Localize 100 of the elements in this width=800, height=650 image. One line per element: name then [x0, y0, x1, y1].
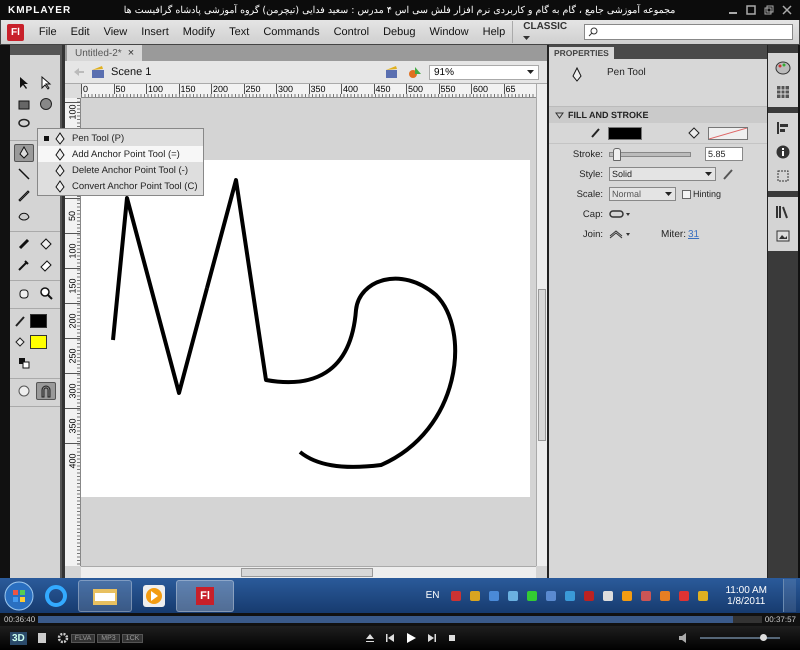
vertical-scrollbar[interactable]	[536, 84, 547, 566]
tool-button[interactable]	[14, 144, 34, 162]
align-icon[interactable]	[776, 121, 790, 135]
properties-tab[interactable]: PROPERTIES	[549, 47, 614, 59]
image-icon[interactable]	[776, 229, 790, 243]
play-icon[interactable]	[142, 584, 166, 608]
tray-icon[interactable]	[526, 590, 538, 602]
miter-join-icon[interactable]	[609, 229, 631, 239]
sphere-icon	[39, 97, 53, 111]
menu-item[interactable]: Help	[476, 26, 512, 38]
stop-icon[interactable]	[446, 633, 457, 643]
play-icon[interactable]	[404, 632, 417, 644]
miter-value[interactable]: 31	[688, 228, 700, 240]
collapse-triangle-icon[interactable]	[555, 112, 564, 118]
slider-thumb[interactable]	[613, 148, 622, 160]
menu-item[interactable]: File	[32, 26, 64, 38]
total-time: 00:37:57	[764, 615, 796, 624]
stroke-input[interactable]: 5.85	[705, 147, 743, 161]
round-cap-icon[interactable]	[609, 209, 631, 219]
ruler-label: 500	[406, 84, 438, 94]
ruler-label: 400	[341, 84, 374, 94]
elapsed-time: 00:36:40	[4, 615, 36, 624]
close-tab-button[interactable]: ×	[128, 47, 134, 59]
clock-date: 1/8/2011	[727, 596, 766, 606]
browser-icon[interactable]	[44, 584, 68, 608]
ruler-label: 250	[244, 84, 276, 94]
workspace-dropdown[interactable]: CLASSIC	[512, 21, 576, 43]
scale-label: Scale:	[576, 188, 603, 200]
miter-label: Miter:	[661, 228, 686, 240]
restore-icon[interactable]	[764, 5, 774, 15]
ruler-label: 50	[114, 84, 146, 94]
tool-button[interactable]	[36, 382, 56, 400]
pencil-icon	[17, 188, 31, 202]
style-label: Style:	[578, 168, 603, 180]
maximize-icon[interactable]	[746, 5, 756, 15]
settings-icon[interactable]	[56, 632, 69, 644]
cap-label: Cap:	[582, 208, 603, 220]
zoom-dropdown[interactable]: 91%	[429, 64, 539, 80]
stroke-label: Stroke:	[572, 148, 603, 160]
app-logo: Fl	[7, 24, 24, 40]
menu-item[interactable]: Text	[222, 26, 256, 38]
ruler-label: 0	[81, 84, 114, 94]
menu-item[interactable]: Pen Tool (P)	[38, 130, 203, 146]
search-field[interactable]	[584, 24, 794, 40]
menu-item[interactable]: Convert Anchor Point Tool (C)	[38, 178, 203, 194]
pencil-icon	[591, 128, 600, 138]
join-label: Join:	[582, 228, 603, 240]
hinting-checkbox[interactable]	[682, 190, 691, 198]
clock-time: 11:00 AM	[725, 584, 767, 596]
ruler-label: 150	[178, 84, 211, 94]
tray-icon[interactable]	[564, 590, 576, 602]
eject-icon[interactable]	[364, 633, 375, 643]
pencil-icon[interactable]	[722, 168, 734, 180]
tray-icon[interactable]	[621, 590, 634, 602]
ruler-label: 450	[374, 84, 406, 94]
symbol-menu-icon[interactable]	[407, 66, 423, 78]
ruler-label: 150	[68, 278, 78, 294]
menu-item[interactable]: Debug	[376, 26, 422, 38]
previous-icon[interactable]	[384, 633, 395, 643]
tray-icon[interactable]	[469, 590, 482, 602]
no-fill-swatch[interactable]	[708, 126, 748, 140]
tray-icon[interactable]	[659, 590, 672, 602]
hinting-label: Hinting	[693, 189, 722, 199]
menu-item[interactable]: Window	[422, 26, 476, 38]
taskbar-button[interactable]	[78, 580, 132, 612]
menu-item[interactable]: Add Anchor Point Tool (=)	[38, 146, 203, 162]
menu-item[interactable]: Control	[326, 26, 376, 38]
menu-item[interactable]: Commands	[256, 26, 327, 38]
menu-item[interactable]: Edit	[64, 26, 97, 38]
tray-icon[interactable]	[697, 590, 710, 602]
circle-icon	[17, 384, 31, 398]
pencil-icon	[14, 315, 26, 327]
palette-icon[interactable]	[775, 61, 791, 75]
library-icon[interactable]	[776, 205, 790, 219]
info-icon[interactable]	[776, 145, 790, 159]
ruler-label: 550	[438, 84, 471, 94]
clock[interactable]: 11:00 AM 1/8/2011	[725, 584, 767, 606]
document-icon[interactable]	[36, 632, 47, 644]
volume-thumb[interactable]	[760, 634, 768, 641]
ruler-label: 400	[68, 453, 78, 469]
next-icon[interactable]	[426, 633, 437, 643]
close-icon[interactable]	[782, 5, 792, 15]
tray-icon[interactable]	[602, 590, 614, 602]
grid-icon[interactable]	[776, 85, 790, 99]
scale-dropdown[interactable]: Normal	[609, 187, 676, 201]
start-orb-icon[interactable]	[4, 580, 34, 610]
3d-button[interactable]: 3D	[10, 632, 27, 644]
horizontal-scrollbar[interactable]	[81, 566, 536, 578]
menu-item[interactable]: Modify	[176, 26, 222, 38]
document-tab[interactable]: Untitled-2* ×	[67, 45, 142, 61]
menu-item[interactable]: View	[96, 26, 134, 38]
tray-icon[interactable]	[507, 590, 520, 602]
menu-item[interactable]: Insert	[134, 26, 176, 38]
language-indicator[interactable]: EN	[426, 590, 440, 601]
style-dropdown[interactable]: Solid	[609, 167, 716, 181]
scene-label[interactable]: Scene 1	[111, 66, 152, 78]
stroke-color-swatch[interactable]	[608, 126, 642, 140]
caret-icon	[705, 172, 712, 176]
taskbar-button[interactable]: Fl	[176, 580, 234, 612]
menu-item[interactable]: Delete Anchor Point Tool (-)	[38, 162, 203, 178]
